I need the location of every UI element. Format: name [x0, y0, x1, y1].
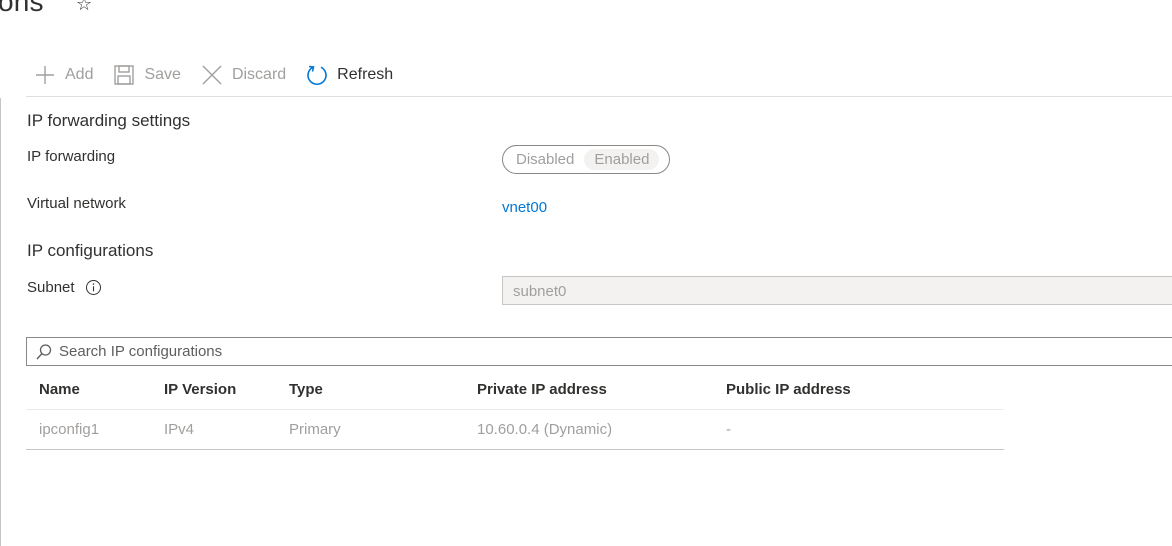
toggle-option-disabled[interactable]: Disabled [506, 149, 584, 170]
subnet-label-row: Subnet [27, 279, 102, 296]
refresh-button[interactable]: Refresh [306, 60, 393, 90]
search-icon [35, 343, 53, 361]
ip-forwarding-toggle[interactable]: Disabled Enabled [502, 145, 670, 174]
page-title: ons [0, 0, 44, 17]
plus-icon [34, 64, 56, 86]
cell-name: ipconfig1 [39, 421, 100, 438]
cell-private-ip: 10.60.0.4 (Dynamic) [477, 421, 613, 438]
favorite-star-icon[interactable]: ☆ [76, 0, 92, 15]
refresh-button-label: Refresh [337, 66, 394, 83]
column-header-public-ip[interactable]: Public IP address [726, 381, 851, 398]
toolbar-divider [26, 96, 1172, 97]
subnet-label: Subnet [27, 279, 75, 296]
save-button[interactable]: Save [113, 60, 181, 90]
discard-button[interactable]: Discard [201, 60, 286, 90]
toggle-option-enabled[interactable]: Enabled [584, 149, 660, 170]
virtual-network-label: Virtual network [27, 195, 126, 212]
more-options-icon[interactable]: ··· [117, 0, 136, 8]
info-icon[interactable] [85, 279, 102, 296]
add-button-label: Add [65, 66, 94, 83]
content-left-border [0, 98, 1, 546]
column-header-type[interactable]: Type [289, 381, 323, 398]
subnet-dropdown[interactable]: subnet0 [502, 276, 1172, 305]
ip-forwarding-settings-heading: IP forwarding settings [27, 111, 191, 130]
cell-type: Primary [289, 421, 341, 438]
virtual-network-link[interactable]: vnet00 [502, 199, 547, 216]
table-header-row: Name IP Version Type Private IP address … [26, 370, 1004, 410]
ip-configurations-table: Name IP Version Type Private IP address … [26, 370, 1004, 450]
search-placeholder: Search IP configurations [59, 343, 223, 360]
close-icon [201, 64, 223, 86]
cell-public-ip: - [726, 421, 731, 438]
discard-button-label: Discard [231, 66, 287, 83]
column-header-private-ip[interactable]: Private IP address [477, 381, 607, 398]
column-header-ip-version[interactable]: IP Version [164, 381, 236, 398]
search-ip-configurations-box[interactable]: Search IP configurations [26, 337, 1172, 366]
add-button[interactable]: Add [34, 60, 93, 90]
ip-configurations-heading: IP configurations [27, 241, 154, 260]
cell-ip-version: IPv4 [164, 421, 195, 438]
save-button-label: Save [144, 66, 181, 83]
save-icon [113, 64, 135, 86]
column-header-name[interactable]: Name [39, 381, 80, 398]
command-bar: Add Save Discard Refresh [34, 60, 413, 90]
refresh-icon [306, 64, 328, 86]
table-row[interactable]: ipconfig1 IPv4 Primary 10.60.0.4 (Dynami… [26, 410, 1004, 450]
ip-forwarding-label: IP forwarding [27, 148, 116, 165]
